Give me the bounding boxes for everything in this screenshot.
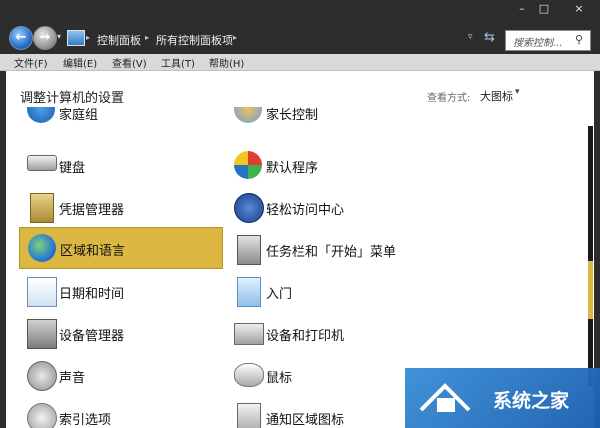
forward-arrow-icon: →	[39, 30, 51, 45]
item-label: 默认程序	[266, 161, 319, 176]
printer-icon	[234, 323, 264, 345]
menu-bar: 文件(F) 编辑(E) 查看(V) 工具(T) 帮助(H)	[0, 54, 600, 71]
vault-icon	[30, 193, 54, 223]
ease-of-access-icon	[234, 193, 264, 223]
taskbar-icon	[237, 235, 261, 265]
getting-started-icon	[237, 277, 261, 307]
item-default-programs[interactable]: 默认程序	[226, 145, 446, 185]
notification-area-icon	[237, 403, 261, 428]
item-credential-manager[interactable]: 凭据管理器	[19, 187, 223, 227]
item-taskbar-start-menu[interactable]: 任务栏和「开始」菜单	[226, 229, 446, 269]
item-homegroup[interactable]: 家庭组	[19, 107, 223, 131]
menu-edit[interactable]: 编辑(E)	[63, 55, 97, 70]
minimize-button[interactable]: –	[513, 2, 531, 16]
item-label: 设备管理器	[59, 329, 125, 344]
item-ease-of-access[interactable]: 轻松访问中心	[226, 187, 446, 227]
search-box[interactable]: 搜索控制... ⚲	[505, 30, 591, 51]
magnifier-icon	[27, 403, 57, 428]
homegroup-icon	[27, 107, 55, 123]
mouse-icon	[234, 363, 264, 387]
recent-pages-dropdown-icon[interactable]: ▾	[57, 32, 65, 41]
refresh-icon[interactable]: ⇆	[484, 30, 495, 45]
address-dropdown-icon[interactable]: ▿	[468, 32, 473, 42]
default-programs-icon	[234, 151, 262, 179]
item-label: 键盘	[59, 161, 86, 176]
item-label: 凭据管理器	[59, 203, 125, 218]
item-label: 设备和打印机	[266, 329, 345, 344]
control-panel-window: – □ × ← → ▾ ▸ 控制面板 ▸ 所有控制面板项 ▸ ▿ ⇆ 搜索控制.…	[0, 0, 600, 428]
breadcrumb-separator: ▸	[145, 33, 150, 42]
breadcrumb-separator: ▸	[233, 33, 238, 42]
item-label: 任务栏和「开始」菜单	[266, 245, 397, 260]
title-bar: – □ ×	[0, 0, 600, 22]
view-by-dropdown[interactable]: 大图标	[480, 88, 513, 104]
back-arrow-icon: ←	[15, 30, 27, 45]
item-label: 声音	[59, 371, 86, 386]
maximize-button[interactable]: □	[535, 2, 553, 16]
item-getting-started[interactable]: 入门	[226, 271, 446, 311]
menu-file[interactable]: 文件(F)	[14, 55, 48, 70]
address-bar-row: ← → ▾ ▸ 控制面板 ▸ 所有控制面板项 ▸ ▿ ⇆ 搜索控制... ⚲	[0, 22, 600, 54]
item-label: 索引选项	[59, 413, 112, 428]
menu-view[interactable]: 查看(V)	[112, 55, 147, 70]
view-by-chevron-down-icon[interactable]: ▾	[515, 87, 520, 97]
item-date-time[interactable]: 日期和时间	[19, 271, 223, 311]
parental-controls-icon	[234, 107, 262, 123]
watermark-text: 系统之家	[493, 390, 570, 412]
item-devices-printers[interactable]: 设备和打印机	[226, 313, 446, 353]
forward-button[interactable]: →	[33, 26, 57, 50]
breadcrumb-all-items[interactable]: 所有控制面板项	[156, 32, 233, 48]
page-title: 调整计算机的设置	[20, 91, 125, 106]
item-device-manager[interactable]: 设备管理器	[19, 313, 223, 353]
item-indexing-options[interactable]: 索引选项	[19, 397, 223, 428]
item-parental-controls[interactable]: 家长控制	[226, 107, 446, 131]
item-label: 家长控制	[266, 108, 319, 123]
menu-help[interactable]: 帮助(H)	[209, 55, 244, 70]
back-button[interactable]: ←	[9, 26, 33, 50]
item-keyboard[interactable]: 键盘	[19, 145, 223, 185]
item-label: 鼠标	[266, 371, 293, 386]
item-label: 轻松访问中心	[266, 203, 345, 218]
item-region-language[interactable]: 区域和语言	[19, 227, 223, 269]
breadcrumb-control-panel[interactable]: 控制面板	[97, 32, 141, 48]
device-manager-icon	[27, 319, 57, 349]
item-label: 区域和语言	[60, 244, 126, 259]
watermark-logo: 系统之家	[405, 368, 600, 428]
watermark-house-icon	[415, 380, 485, 416]
search-input[interactable]: 搜索控制...	[513, 34, 563, 49]
vertical-scrollbar[interactable]	[588, 126, 593, 386]
speaker-icon	[27, 361, 57, 391]
item-sound[interactable]: 声音	[19, 355, 223, 395]
view-by-label: 查看方式:	[427, 93, 471, 104]
item-label: 日期和时间	[59, 287, 125, 302]
scrollbar-thumb[interactable]	[588, 261, 593, 319]
close-button[interactable]: ×	[570, 2, 588, 16]
menu-tools[interactable]: 工具(T)	[161, 55, 195, 70]
item-label: 入门	[266, 287, 293, 302]
globe-clock-icon	[28, 234, 56, 262]
item-label: 通知区域图标	[266, 413, 345, 428]
item-label: 家庭组	[59, 108, 99, 123]
search-icon[interactable]: ⚲	[575, 33, 583, 46]
control-panel-icon	[67, 30, 85, 46]
calendar-icon	[27, 277, 57, 307]
breadcrumb-separator: ▸	[86, 33, 91, 42]
keyboard-icon	[27, 155, 57, 171]
